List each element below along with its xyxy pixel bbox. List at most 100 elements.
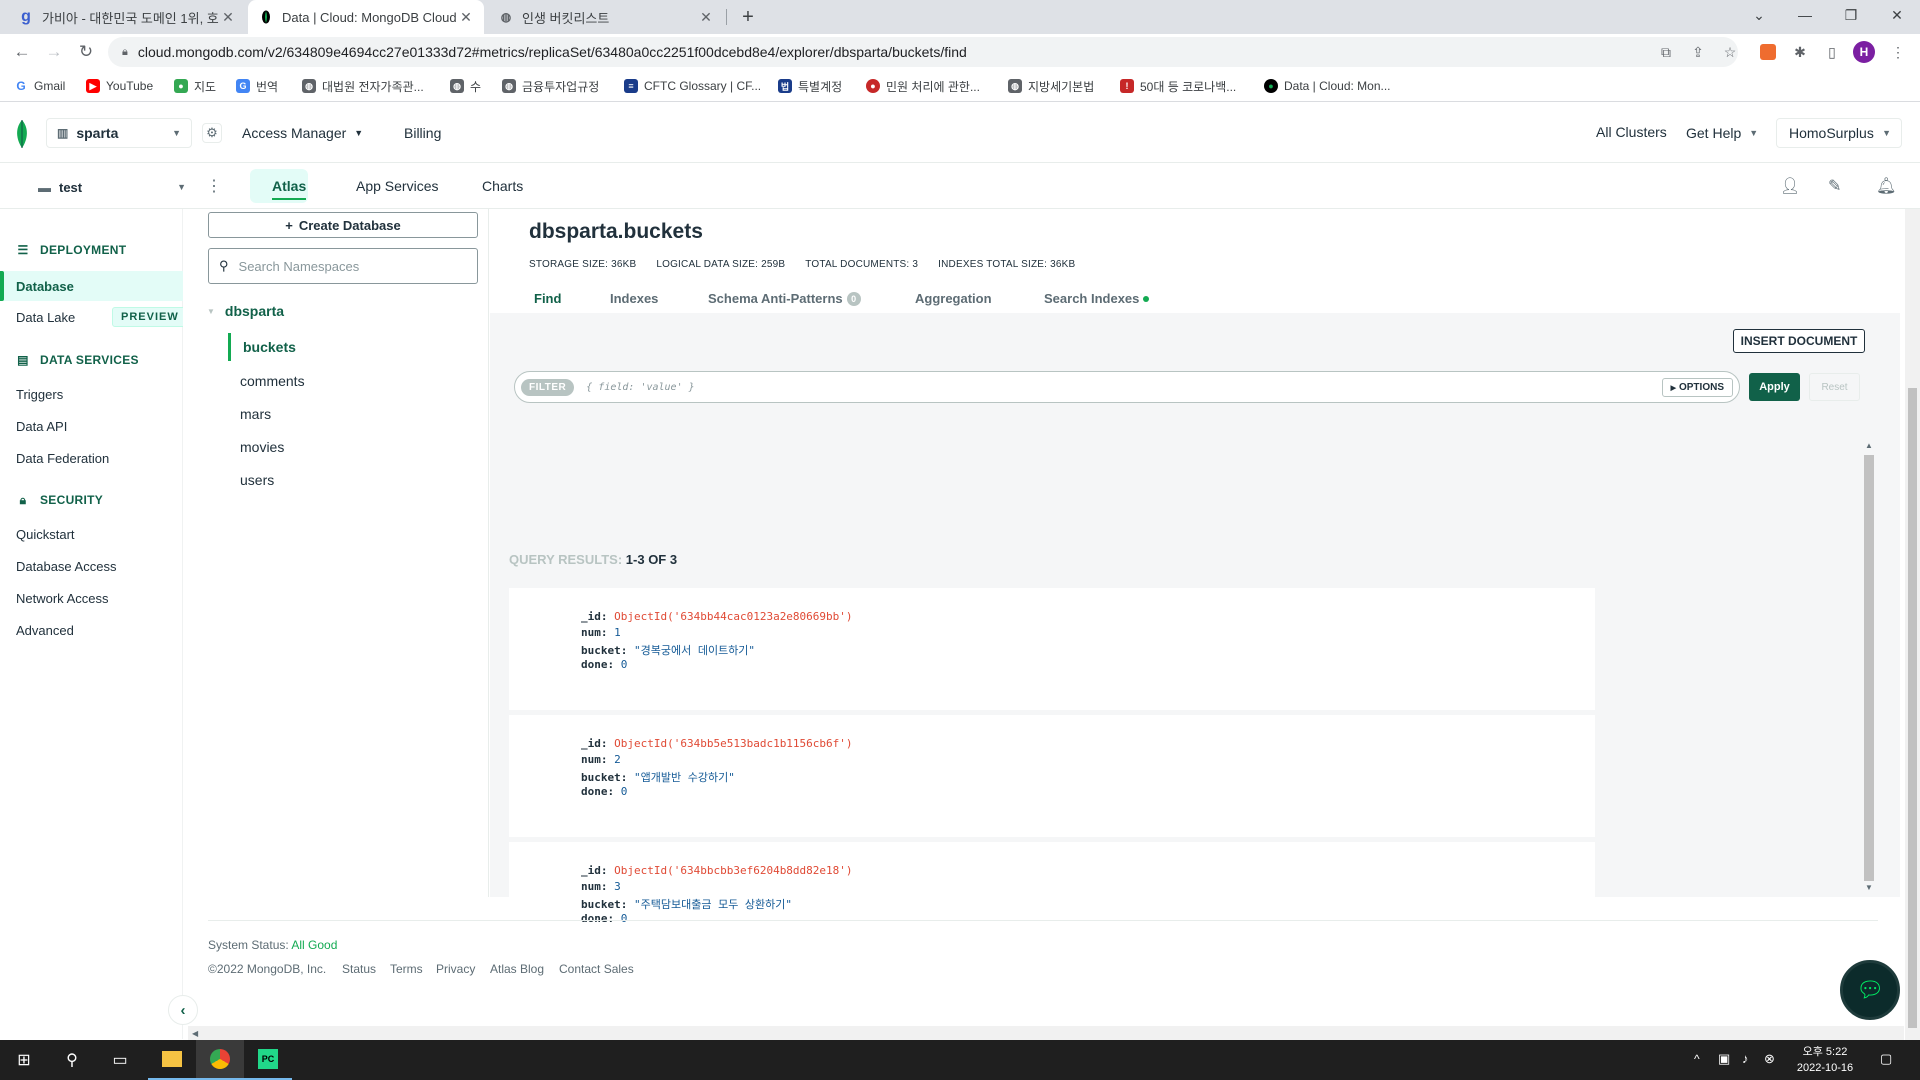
- bookmark-translate[interactable]: G 번역: [236, 76, 278, 96]
- invite-user-icon[interactable]: 👤︎: [1780, 176, 1800, 196]
- back-button[interactable]: ←: [8, 38, 36, 66]
- bookmark-su[interactable]: ◍ 수: [450, 76, 481, 96]
- sidebar-item-data-api[interactable]: Data API: [16, 419, 67, 434]
- pycharm-icon[interactable]: PC: [244, 1040, 292, 1080]
- tab-search-icon[interactable]: ⌄: [1736, 0, 1782, 30]
- collection-users[interactable]: users: [240, 472, 274, 488]
- close-window-button[interactable]: ✕: [1874, 0, 1920, 30]
- create-database-button[interactable]: + Create Database: [208, 212, 478, 238]
- system-clock[interactable]: 오후 5:22 2022-10-16: [1790, 1044, 1860, 1076]
- sidebar-item-advanced[interactable]: Advanced: [16, 623, 74, 638]
- bookmark-gmail[interactable]: G Gmail: [14, 76, 65, 96]
- minimize-button[interactable]: —: [1782, 0, 1828, 30]
- search-namespaces-input[interactable]: ⚲ Search Namespaces: [208, 248, 478, 284]
- bookmark-finance[interactable]: ◍ 금융투자업규정: [502, 76, 599, 96]
- project-options-icon[interactable]: ⋮: [206, 176, 222, 196]
- footer-link-contact-sales[interactable]: Contact Sales: [559, 962, 634, 976]
- reset-button[interactable]: Reset: [1809, 373, 1860, 401]
- browser-tab-gabia[interactable]: g 가비아 - 대한민국 도메인 1위, 호 ✕: [8, 0, 246, 34]
- sidebar-item-data-federation[interactable]: Data Federation: [16, 451, 109, 466]
- browser-tab-mongodb[interactable]: Data | Cloud: MongoDB Cloud ✕: [248, 0, 484, 34]
- activity-icon[interactable]: ✎: [1828, 176, 1841, 196]
- ime-icon[interactable]: ⊗: [1764, 1051, 1775, 1067]
- footer-link-status[interactable]: Status: [342, 962, 376, 976]
- document-card[interactable]: _id: ObjectId('634bb44cac0123a2e80669bb'…: [509, 588, 1595, 710]
- results-scrollbar[interactable]: ▲ ▼: [1862, 441, 1876, 895]
- bookmark-star-icon[interactable]: ☆: [1718, 40, 1742, 64]
- close-icon[interactable]: ✕: [698, 9, 714, 26]
- sidebar-item-triggers[interactable]: Triggers: [16, 387, 63, 402]
- tab-indexes[interactable]: Indexes: [610, 291, 658, 306]
- gear-icon[interactable]: ⚙: [202, 123, 222, 143]
- bell-icon[interactable]: 🔔︎: [1876, 176, 1896, 196]
- sidebar-item-data-lake[interactable]: Data Lake PREVIEW: [16, 307, 188, 327]
- tab-aggregation[interactable]: Aggregation: [915, 291, 992, 306]
- footer-link-privacy[interactable]: Privacy: [436, 962, 475, 976]
- tab-schema-anti-patterns[interactable]: Schema Anti-Patterns 0: [708, 291, 861, 306]
- insert-document-button[interactable]: INSERT DOCUMENT: [1733, 329, 1865, 353]
- chrome-icon[interactable]: [196, 1040, 244, 1080]
- volume-icon[interactable]: ♪: [1742, 1051, 1749, 1066]
- scroll-up-icon[interactable]: ▲: [1865, 441, 1873, 450]
- sidebar-item-database[interactable]: Database: [0, 271, 183, 301]
- new-tab-button[interactable]: +: [732, 0, 764, 34]
- billing-link[interactable]: Billing: [404, 125, 441, 141]
- task-view-icon[interactable]: ▭: [96, 1040, 144, 1080]
- translate-icon[interactable]: ⧉: [1654, 40, 1678, 64]
- sidebar-item-database-access[interactable]: Database Access: [16, 559, 116, 574]
- get-help-menu[interactable]: Get Help ▼: [1686, 125, 1758, 141]
- options-button[interactable]: ▶ OPTIONS: [1661, 377, 1733, 397]
- address-bar[interactable]: 🔒︎ cloud.mongodb.com/v2/634809e4694cc27e…: [108, 37, 1738, 67]
- puzzle-icon[interactable]: ✱: [1788, 40, 1812, 64]
- tab-app-services[interactable]: App Services: [356, 178, 438, 194]
- bookmark-cftc[interactable]: ≡ CFTC Glossary | CF...: [624, 76, 761, 96]
- forward-button[interactable]: →: [40, 38, 68, 66]
- side-panel-icon[interactable]: ▯: [1820, 40, 1844, 64]
- sidebar-item-quickstart[interactable]: Quickstart: [16, 527, 75, 542]
- apply-button[interactable]: Apply: [1749, 373, 1800, 401]
- windows-start-icon[interactable]: ⊞: [0, 1040, 48, 1080]
- bookmark-map[interactable]: ● 지도: [174, 76, 216, 96]
- database-dbsparta[interactable]: ▼ dbsparta: [207, 303, 284, 319]
- filter-input[interactable]: FILTER { field: 'value' } ▶ OPTIONS: [514, 371, 1740, 403]
- access-manager-menu[interactable]: Access Manager ▼: [242, 125, 363, 141]
- footer-link-terms[interactable]: Terms: [390, 962, 423, 976]
- search-icon[interactable]: ⚲: [48, 1040, 96, 1080]
- bookmark-petition[interactable]: ● 민원 처리에 관한...: [866, 76, 980, 96]
- collection-movies[interactable]: movies: [240, 439, 284, 455]
- collection-buckets[interactable]: buckets: [228, 333, 296, 361]
- tab-charts[interactable]: Charts: [482, 178, 523, 194]
- maximize-button[interactable]: ❐: [1828, 0, 1874, 30]
- page-scrollbar[interactable]: [1905, 209, 1920, 1040]
- bookmark-mongodb[interactable]: ● Data | Cloud: Mon...: [1264, 76, 1391, 96]
- collection-mars[interactable]: mars: [240, 406, 271, 422]
- horizontal-scrollbar[interactable]: ◀: [188, 1026, 1904, 1040]
- document-card[interactable]: _id: ObjectId('634bb5e513badc1b1156cb6f'…: [509, 715, 1595, 837]
- tab-find[interactable]: Find: [534, 291, 561, 306]
- browser-tab-bucketlist[interactable]: ◍ 인생 버킷리스트 ✕: [488, 0, 724, 34]
- tab-atlas[interactable]: Atlas: [272, 178, 307, 200]
- share-icon[interactable]: ⇪: [1686, 40, 1710, 64]
- browser-menu-icon[interactable]: ⋮: [1886, 40, 1910, 64]
- collection-comments[interactable]: comments: [240, 373, 305, 389]
- reload-button[interactable]: ↻: [72, 38, 100, 66]
- scroll-left-icon[interactable]: ◀: [192, 1029, 198, 1038]
- sidebar-item-network-access[interactable]: Network Access: [16, 591, 108, 606]
- support-chat-button[interactable]: 💬︎: [1840, 960, 1900, 1020]
- user-menu[interactable]: HomoSurplus ▼: [1776, 118, 1902, 148]
- tray-chevron-icon[interactable]: ^: [1694, 1052, 1700, 1066]
- bookmark-special[interactable]: 법 특별계정: [778, 76, 842, 96]
- org-selector[interactable]: ▥ sparta ▼: [46, 118, 192, 148]
- page-scrollbar-thumb[interactable]: [1908, 388, 1917, 1028]
- collapse-sidebar-button[interactable]: ‹: [168, 995, 198, 1025]
- close-icon[interactable]: ✕: [458, 9, 474, 26]
- mongodb-leaf-icon[interactable]: [14, 119, 30, 154]
- footer-link-atlas-blog[interactable]: Atlas Blog: [490, 962, 544, 976]
- bookmark-court[interactable]: ◍ 대법원 전자가족관...: [302, 76, 424, 96]
- avatar[interactable]: H: [1852, 40, 1876, 64]
- all-clusters-link[interactable]: All Clusters: [1596, 124, 1667, 140]
- file-explorer-icon[interactable]: [148, 1040, 196, 1080]
- extension-icon[interactable]: [1756, 40, 1780, 64]
- scrollbar-thumb[interactable]: [1864, 455, 1874, 881]
- notification-icon[interactable]: ▢: [1880, 1051, 1892, 1067]
